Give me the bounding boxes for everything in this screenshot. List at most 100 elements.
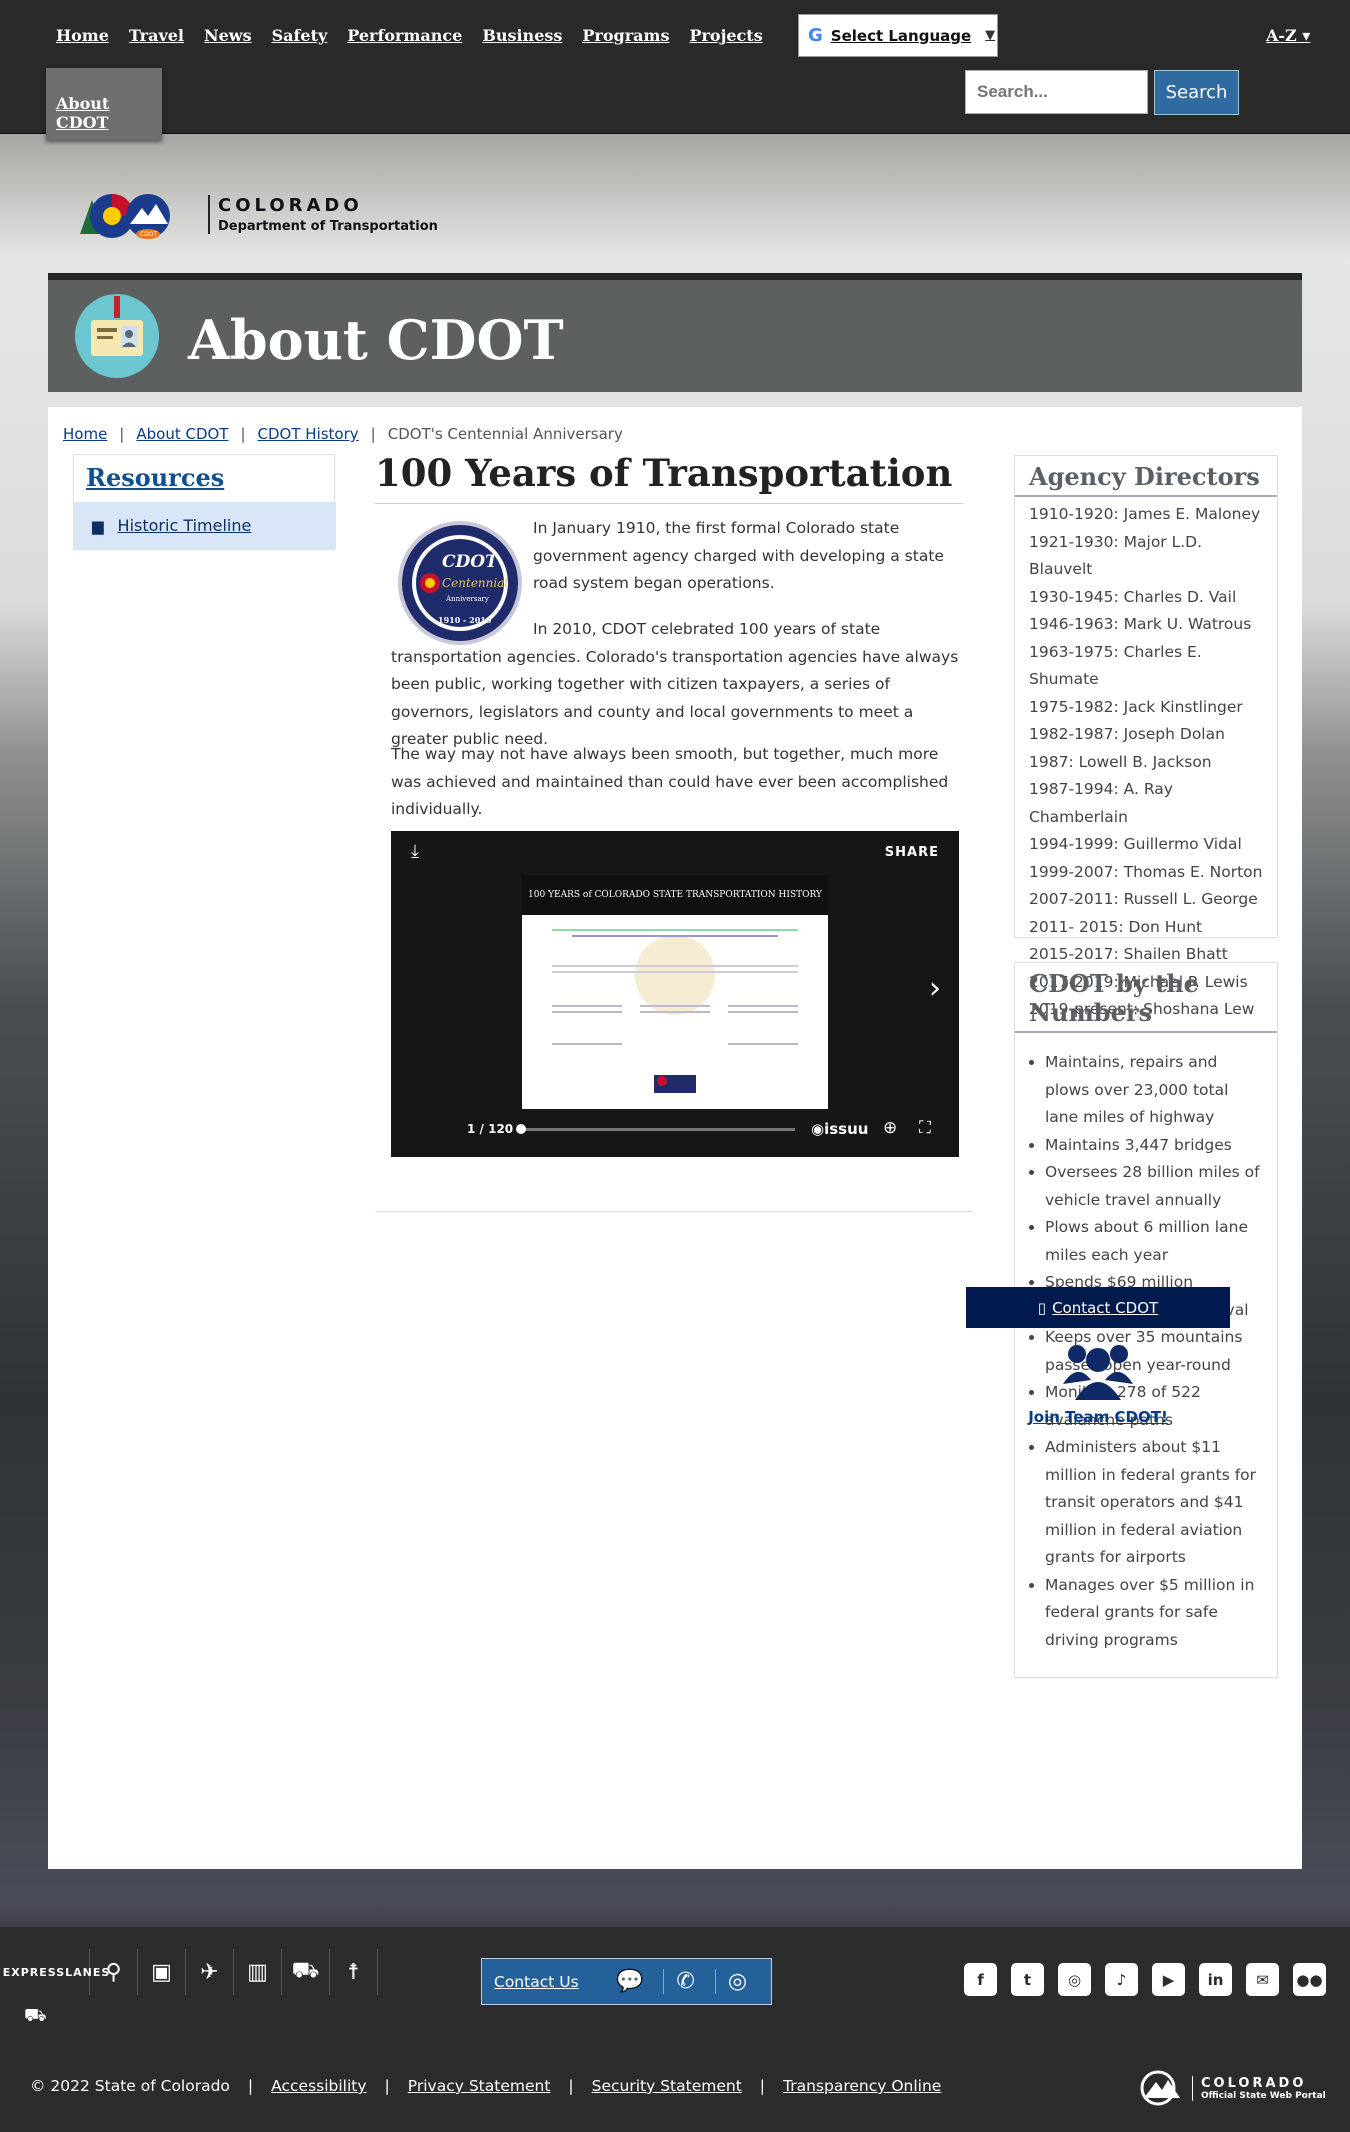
privacy-link[interactable]: Privacy Statement	[408, 2077, 551, 2095]
nav-business[interactable]: Business	[482, 26, 562, 45]
express-lanes-icon[interactable]: EXPRESS LANES	[3, 1949, 109, 1995]
breadcrumb: Home | About CDOT | CDOT History | CDOT's C…	[63, 425, 623, 443]
historic-timeline-label: Historic Timeline	[117, 516, 252, 535]
next-page-arrow-icon[interactable]: ›	[929, 971, 941, 1006]
contact-us-label: Contact Us	[494, 1972, 579, 1991]
logo-title: COLORADO	[218, 194, 363, 216]
article-title: 100 Years of Transportation	[375, 451, 963, 504]
az-label: A-Z	[1266, 26, 1297, 45]
nav-programs[interactable]: Programs	[582, 26, 669, 45]
main-content-card: Home | About CDOT | CDOT History | CDOT's C…	[48, 407, 1302, 1869]
colorado-portal-title: COLORADO	[1201, 2075, 1307, 2091]
train-icon[interactable]: ▥	[234, 1949, 282, 1995]
footer-separator: |	[384, 2077, 390, 2095]
accessibility-link[interactable]: Accessibility	[271, 2077, 366, 2095]
list-item: 1975-1982: Jack Kinstlinger	[1029, 697, 1243, 716]
nav-news[interactable]: News	[204, 26, 252, 45]
list-item: 1994-1999: Guillermo Vidal	[1029, 835, 1242, 853]
main-nav: Home Travel News Safety Performance Busi…	[56, 26, 763, 45]
facebook-icon[interactable]: f	[964, 1963, 997, 1996]
colorado-portal-icon	[1140, 2070, 1180, 2106]
issuu-logo[interactable]: ◉issuu	[811, 1120, 868, 1138]
language-label: Select Language	[830, 26, 972, 45]
breadcrumb-home[interactable]: Home	[63, 425, 107, 443]
list-item: 2007-2011: Russell L. George	[1029, 890, 1258, 908]
historic-timeline-link[interactable]: ▆ Historic Timeline	[74, 502, 336, 549]
pedestrian-icon[interactable]: ☨	[330, 1949, 378, 1995]
cdot-numbers-title: CDOT by the Numbers	[1015, 963, 1277, 1033]
youtube-icon[interactable]: ▶	[1152, 1963, 1185, 1996]
cdot-numbers-list: Maintains, repairs and plows over 23,000…	[1015, 1033, 1277, 1654]
search-input[interactable]	[965, 70, 1148, 114]
agency-directors-title: Agency Directors	[1015, 456, 1277, 497]
agency-directors-box: Agency Directors 1910-1920: James E. Mal…	[1014, 455, 1278, 1018]
team-people-icon[interactable]	[1063, 1340, 1133, 1402]
list-item: Plows about 6 million lane miles each ye…	[1045, 1214, 1263, 1269]
svg-text:CDOT: CDOT	[140, 231, 158, 238]
email-icon[interactable]: ✉	[1246, 1963, 1279, 1996]
list-item: 1987: Lowell B. Jackson	[1029, 752, 1212, 771]
breadcrumb-separator: |	[240, 425, 246, 443]
list-item: Manages over $5 million in federal grant…	[1045, 1572, 1263, 1655]
resources-title[interactable]: Resources	[86, 463, 224, 492]
language-selector[interactable]: G Select Language ▼	[798, 14, 998, 57]
breadcrumb-current: CDOT's Centennial Anniversary	[387, 425, 623, 443]
document-page-preview: 100 YEARS of COLORADO STATE TRANSPORTATI…	[522, 875, 828, 1109]
footer: EXPRESS LANES ⚲ ▣ ✈ ▥ ⛟ ☨ ⛟ Contact Us 💬 …	[0, 1927, 1350, 2132]
list-item: 1987-1994: A. Ray Chamberlain	[1029, 780, 1173, 826]
contact-cdot-label: Contact CDOT	[1052, 1298, 1159, 1317]
breadcrumb-separator: |	[119, 425, 125, 443]
content-divider	[375, 1211, 973, 1212]
nav-home[interactable]: Home	[56, 26, 109, 45]
contact-us-bar[interactable]: Contact Us 💬 ✆ ◎	[481, 1958, 772, 2005]
join-team-link[interactable]: Join Team CDOT!	[966, 1408, 1230, 1426]
flickr-icon[interactable]: ●●	[1293, 1963, 1326, 1996]
chat-icon[interactable]: 💬	[604, 1969, 643, 1994]
linkedin-icon[interactable]: in	[1199, 1963, 1232, 1996]
list-item: Maintains 3,447 bridges	[1045, 1132, 1263, 1160]
nav-safety[interactable]: Safety	[272, 26, 328, 45]
search-button[interactable]: Search	[1154, 70, 1239, 115]
transparency-link[interactable]: Transparency Online	[783, 2077, 941, 2095]
svg-text:Centennial: Centennial	[442, 576, 508, 590]
nav-about-cdot[interactable]: About CDOT	[46, 68, 162, 140]
list-item: Oversees 28 billion miles of vehicle tra…	[1045, 1159, 1263, 1214]
viewer-progress-bar[interactable]	[519, 1128, 795, 1131]
nav-performance[interactable]: Performance	[347, 26, 462, 45]
cdot-logo[interactable]: CDOT COLORADO Department of Transportati…	[78, 186, 438, 242]
bike-icon[interactable]: ⚲	[90, 1949, 138, 1995]
document-viewer[interactable]: ⤓ SHARE 100 YEARS of COLORADO STATE TRAN…	[391, 831, 959, 1157]
paragraph-1: In January 1910, the first formal Colora…	[533, 519, 944, 592]
breadcrumb-history[interactable]: CDOT History	[258, 425, 359, 443]
tiktok-icon[interactable]: ♪	[1105, 1963, 1138, 1996]
social-links: f t ◎ ♪ ▶ in ✉ ●●	[964, 1963, 1326, 1996]
nav-travel[interactable]: Travel	[129, 26, 184, 45]
colorado-portal-logo[interactable]: COLORADO Official State Web Portal	[1138, 2068, 1326, 2108]
breadcrumb-about[interactable]: About CDOT	[136, 425, 228, 443]
az-menu[interactable]: A-Z ▾	[1266, 26, 1310, 45]
bus-icon[interactable]: ▣	[138, 1949, 186, 1995]
page-counter: 1 / 120	[467, 1122, 514, 1136]
colorado-portal-subtitle: Official State Web Portal	[1201, 2090, 1326, 2101]
car-icon[interactable]: ⛟	[282, 1949, 330, 1995]
security-link[interactable]: Security Statement	[592, 2077, 742, 2095]
fullscreen-icon[interactable]: ⛶	[919, 1118, 931, 1138]
airplane-icon[interactable]: ✈	[186, 1949, 234, 1995]
instagram-icon[interactable]: ◎	[1058, 1963, 1091, 1996]
sms-icon[interactable]: ◎	[714, 1969, 747, 1994]
download-icon[interactable]: ⤓	[411, 841, 419, 862]
resources-panel: Resources ▆ Historic Timeline	[73, 454, 336, 550]
list-item: 1963-1975: Charles E. Shumate	[1029, 642, 1202, 689]
contact-cdot-button[interactable]: ▯ Contact CDOT	[966, 1287, 1230, 1328]
article: 100 Years of Transportation CDOT Centenn…	[375, 451, 963, 1157]
progress-handle[interactable]	[516, 1124, 526, 1134]
truck-icon[interactable]: ⛟	[24, 2005, 47, 2029]
nav-projects[interactable]: Projects	[689, 26, 762, 45]
phone-icon[interactable]: ✆	[663, 1969, 695, 1994]
zoom-icon[interactable]: ⊕	[883, 1118, 897, 1138]
twitter-icon[interactable]: t	[1011, 1963, 1044, 1996]
document-page-header: 100 YEARS of COLORADO STATE TRANSPORTATI…	[522, 875, 828, 915]
logo-subtitle: Department of Transportation	[218, 218, 438, 234]
share-button[interactable]: SHARE	[885, 845, 939, 860]
footer-separator: |	[247, 2077, 254, 2095]
